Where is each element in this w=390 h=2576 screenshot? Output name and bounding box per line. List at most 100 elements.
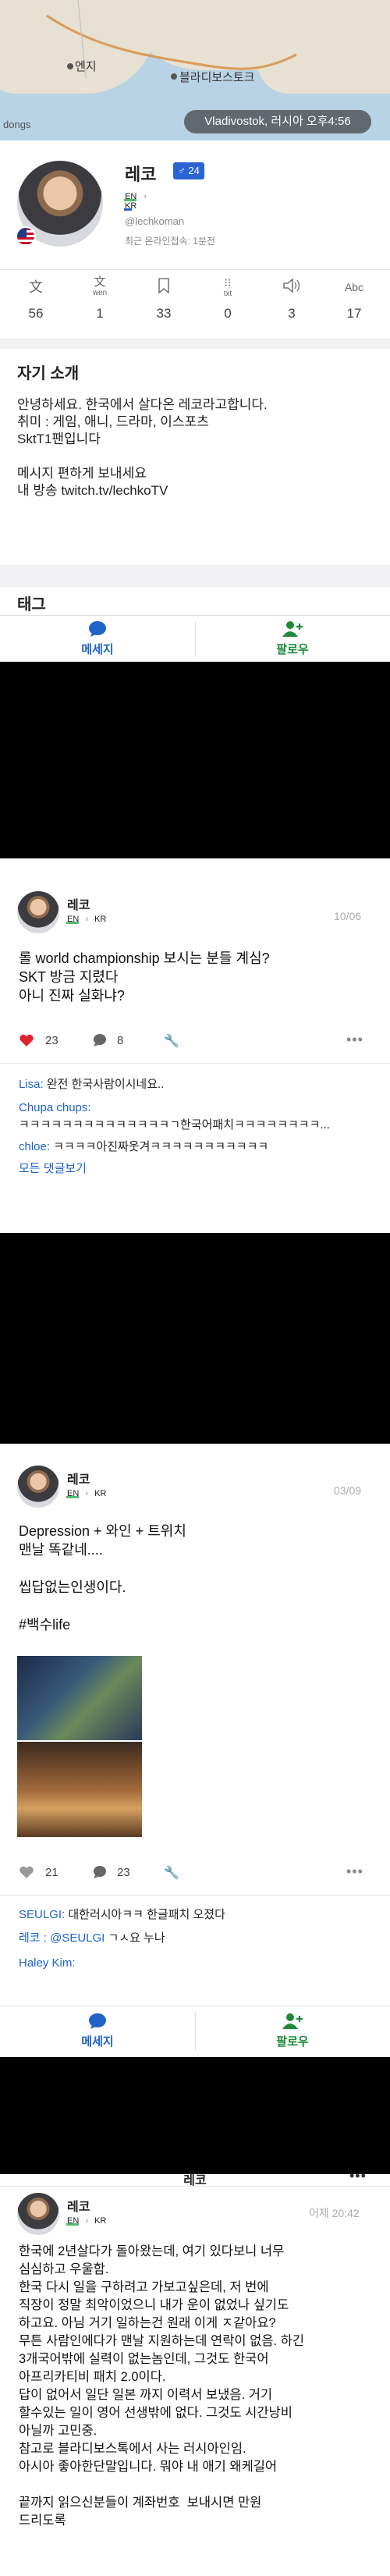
post-card: 레코 EN › KR 10/06 롤 world championship 보시… <box>0 858 390 1233</box>
stat-bookmarks[interactable]: 33 <box>140 278 187 322</box>
location-time-pill: Vladivostok, 러시아 오후4:56 <box>184 110 371 133</box>
stat-value: 17 <box>346 306 362 321</box>
comment-line: 레코 : @SEULGI ㄱㅅ요 누나 <box>19 1931 165 1945</box>
tags-title: 태그 <box>17 596 46 613</box>
translate-icon: 文 <box>29 279 43 295</box>
post-avatar[interactable] <box>17 2193 59 2235</box>
follow-button[interactable]: 팔로우 <box>195 620 390 657</box>
post-date: 10/06 <box>334 910 362 922</box>
stat-words[interactable]: Abc 17 <box>331 278 378 322</box>
flag-icon <box>16 226 36 247</box>
arrow-right-icon: › <box>144 192 147 201</box>
comment-count: 23 <box>117 1866 130 1879</box>
message-button[interactable]: 메세지 <box>0 2013 195 2049</box>
post-language-pair: EN › KR <box>66 915 107 924</box>
arrow-right-icon: › <box>85 2216 89 2226</box>
transcript-icon: ⁝⁝ txt <box>223 276 232 298</box>
map-label-city: 블라디보스토크 <box>179 71 255 84</box>
like-count: 21 <box>45 1866 58 1879</box>
header-more-icon[interactable]: ••• <box>349 2174 367 2184</box>
stats-row: 文 56 文 wen 1 33 ⁝⁝ txt 0 3 Abc 17 <box>0 269 390 339</box>
message-label: 메세지 <box>81 2035 114 2048</box>
stat-translations[interactable]: 文 56 <box>12 278 59 322</box>
post-card: 레코 ••• 레코 EN › KR 어제 20:42 한국에 2년살다가 돌아왔… <box>0 2174 390 2576</box>
post-body: 롤 world championship 보시는 분들 계심? SKT 방금 지… <box>19 950 270 1004</box>
bottom-action-bar: 메세지 팔로우 <box>0 615 390 662</box>
abc-icon: Abc <box>344 281 364 293</box>
intro-text: 안녕하세요. 한국에서 살다온 레코라고합니다. 취미 : 게임, 애니, 드라… <box>17 397 268 498</box>
stat-value: 1 <box>96 306 104 321</box>
comment-line: Lisa: 완전 한국사람이시네요.. <box>19 1078 165 1091</box>
post-body: Depression + 와인 + 트위치 맨날 똑같네.... 씹답없는인생이… <box>19 1523 186 1633</box>
post-date: 03/09 <box>334 1484 362 1497</box>
post-photo-room[interactable] <box>17 1742 142 1837</box>
comment-button[interactable] <box>92 1865 108 1883</box>
post-avatar[interactable] <box>17 1466 59 1508</box>
arrow-right-icon: › <box>85 1489 89 1498</box>
like-button[interactable] <box>19 1865 34 1883</box>
add-user-icon <box>282 621 303 637</box>
comment-line: SEULGI: 대한러시아ㅋㅋ 한글패치 오졌다 <box>19 1908 225 1921</box>
message-button[interactable]: 메세지 <box>0 620 195 657</box>
screenshot-separator <box>0 662 390 687</box>
comment-line: chloe: ㅋㅋㅋㅋ아진짜웃겨ㅋㅋㅋㅋㅋㅋㅋㅋㅋㅋㅋ <box>19 1140 269 1153</box>
comment-line: ㅋㅋㅋㅋㅋㅋㅋㅋㅋㅋㅋㅋㅋㅋㄱ한국어패치ㅋㅋㅋㅋㅋㅋㅋㅋ... <box>19 1118 330 1132</box>
screenshot-separator <box>0 2057 390 2174</box>
stat-corrections[interactable]: 文 wen 1 <box>76 275 123 322</box>
like-count: 23 <box>45 1034 58 1047</box>
post-avatar[interactable] <box>17 891 59 933</box>
last-seen: 최근 온라인접속: 1분전 <box>125 236 216 247</box>
comment-icon <box>94 1866 106 1878</box>
comment-icon <box>94 1034 106 1046</box>
like-button[interactable] <box>19 1033 34 1051</box>
bottom-action-bar: 메세지 팔로우 <box>0 2006 390 2057</box>
correction-wrench-icon[interactable]: 🔧 <box>164 1865 179 1881</box>
post-language-pair: EN › KR <box>66 2216 107 2226</box>
speaker-icon <box>268 278 315 297</box>
section-gap <box>0 339 390 349</box>
language-pair: EN › KR <box>124 192 161 211</box>
post-body: 한국에 2년살다가 돌아왔는데, 여기 있다보니 너무 심심하고 우울함. 한국… <box>19 2244 305 2528</box>
post-language-pair: EN › KR <box>66 1489 107 1498</box>
chat-bubble-icon <box>89 2013 106 2029</box>
stat-transcriptions[interactable]: ⁝⁝ txt 0 <box>204 276 251 322</box>
comment-count: 8 <box>117 1034 124 1047</box>
stat-value: 3 <box>288 306 296 321</box>
see-all-comments-link[interactable]: 모든 댓글보기 <box>19 1161 87 1177</box>
location-map[interactable]: 엔지 블라디보스토크 dongs Vladivostok, 러시아 오후4:56 <box>0 0 390 140</box>
follow-label: 팔로우 <box>276 643 309 656</box>
post-photo-game-screen[interactable] <box>17 1656 142 1740</box>
more-options-icon[interactable]: ••• <box>346 1032 363 1048</box>
comment-line: Haley Kim: <box>19 1956 76 1970</box>
wen-icon: 文 wen <box>92 275 108 297</box>
post-author: 레코 <box>67 1473 90 1487</box>
stat-voice[interactable]: 3 <box>268 278 315 322</box>
bookmark-icon <box>140 278 187 297</box>
screenshot-separator <box>0 1233 390 1444</box>
profile-handle: @lechkoman <box>125 215 185 227</box>
screenshot-separator <box>0 687 390 858</box>
comment-button[interactable] <box>92 1033 108 1051</box>
arrow-right-icon: › <box>85 915 89 924</box>
correction-wrench-icon[interactable]: 🔧 <box>164 1033 179 1049</box>
map-label-region: dongs <box>3 119 31 130</box>
gender-age-badge: ♂ 24 <box>173 162 204 179</box>
chat-bubble-icon <box>89 621 106 637</box>
follow-label: 팔로우 <box>276 2035 309 2048</box>
comment-line: Chupa chups: <box>19 1101 91 1114</box>
post-author: 레코 <box>67 899 90 912</box>
follow-button[interactable]: 팔로우 <box>195 2013 390 2049</box>
intro-title: 자기 소개 <box>17 365 80 382</box>
stat-value: 0 <box>224 306 232 321</box>
post-card: 레코 EN › KR 03/09 Depression + 와인 + 트위치 맨… <box>0 1444 390 2060</box>
message-label: 메세지 <box>81 643 114 656</box>
heart-icon <box>20 1034 34 1046</box>
top-header: 레코 ••• <box>0 2174 390 2187</box>
add-user-icon <box>282 2013 303 2029</box>
section-gap <box>0 565 390 587</box>
post-date: 어제 20:42 <box>309 2207 360 2219</box>
post-author: 레코 <box>67 2201 90 2214</box>
more-options-icon[interactable]: ••• <box>346 1864 363 1880</box>
map-label-city: 엔지 <box>75 60 97 73</box>
stat-value: 56 <box>28 306 44 321</box>
